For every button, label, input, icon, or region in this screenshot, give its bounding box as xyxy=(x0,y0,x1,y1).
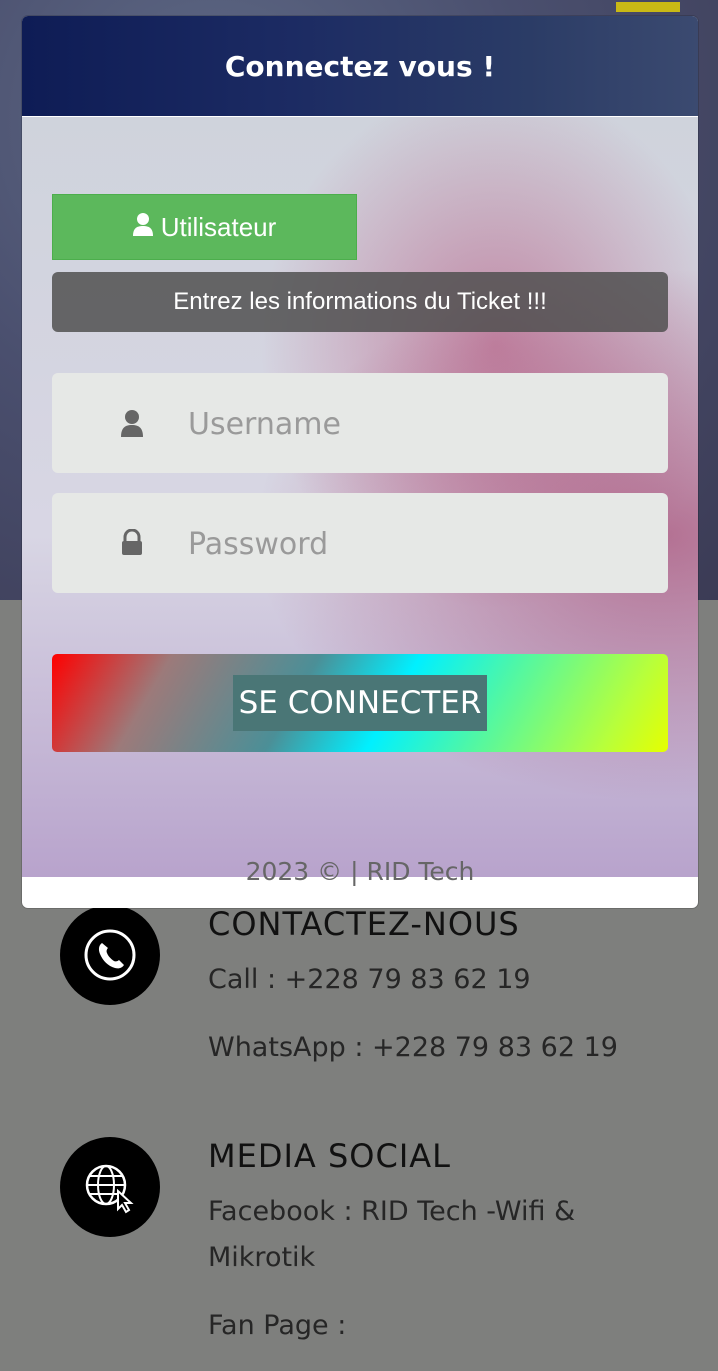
facebook-line[interactable]: Facebook : RID Tech -Wifi & Mikrotik xyxy=(208,1189,678,1281)
fan-page-line: Fan Page : xyxy=(208,1310,347,1341)
user-icon xyxy=(132,212,153,243)
call-line[interactable]: Call : +228 79 83 62 19 xyxy=(208,957,678,1003)
connect-label: SE CONNECTER xyxy=(232,675,488,731)
social-text: MEDIA SOCIAL Facebook : RID Tech -Wifi &… xyxy=(208,1137,678,1371)
user-icon xyxy=(120,409,144,437)
footer-copyright: 2023 © | RID Tech xyxy=(245,857,475,886)
username-input[interactable] xyxy=(186,398,630,450)
globe-cursor-icon xyxy=(60,1137,160,1237)
modal-title: Connectez vous ! xyxy=(224,49,496,83)
social-title: MEDIA SOCIAL xyxy=(208,1137,451,1175)
contact-title: CONTACTEZ-NOUS xyxy=(208,905,520,943)
connect-button[interactable]: SE CONNECTER xyxy=(52,654,668,752)
login-modal: Connectez vous ! Utilisateur Entrez les … xyxy=(22,16,698,908)
modal-header: Connectez vous ! xyxy=(22,16,698,116)
username-field xyxy=(52,373,668,473)
phone-icon xyxy=(60,905,160,1005)
lock-icon xyxy=(120,528,144,557)
user-tab-button[interactable]: Utilisateur xyxy=(52,194,357,260)
hero-accent xyxy=(616,2,680,12)
modal-body: Utilisateur Entrez les informations du T… xyxy=(22,117,698,886)
password-field xyxy=(52,493,668,593)
password-input[interactable] xyxy=(186,518,630,570)
user-tab-label: Utilisateur xyxy=(160,211,277,242)
contact-text: CONTACTEZ-NOUS Call : +228 79 83 62 19 W… xyxy=(208,905,678,1093)
info-text: Entrez les informations du Ticket !!! xyxy=(173,288,547,315)
info-banner: Entrez les informations du Ticket !!! xyxy=(52,272,668,332)
whatsapp-line[interactable]: WhatsApp : +228 79 83 62 19 xyxy=(208,1025,678,1071)
